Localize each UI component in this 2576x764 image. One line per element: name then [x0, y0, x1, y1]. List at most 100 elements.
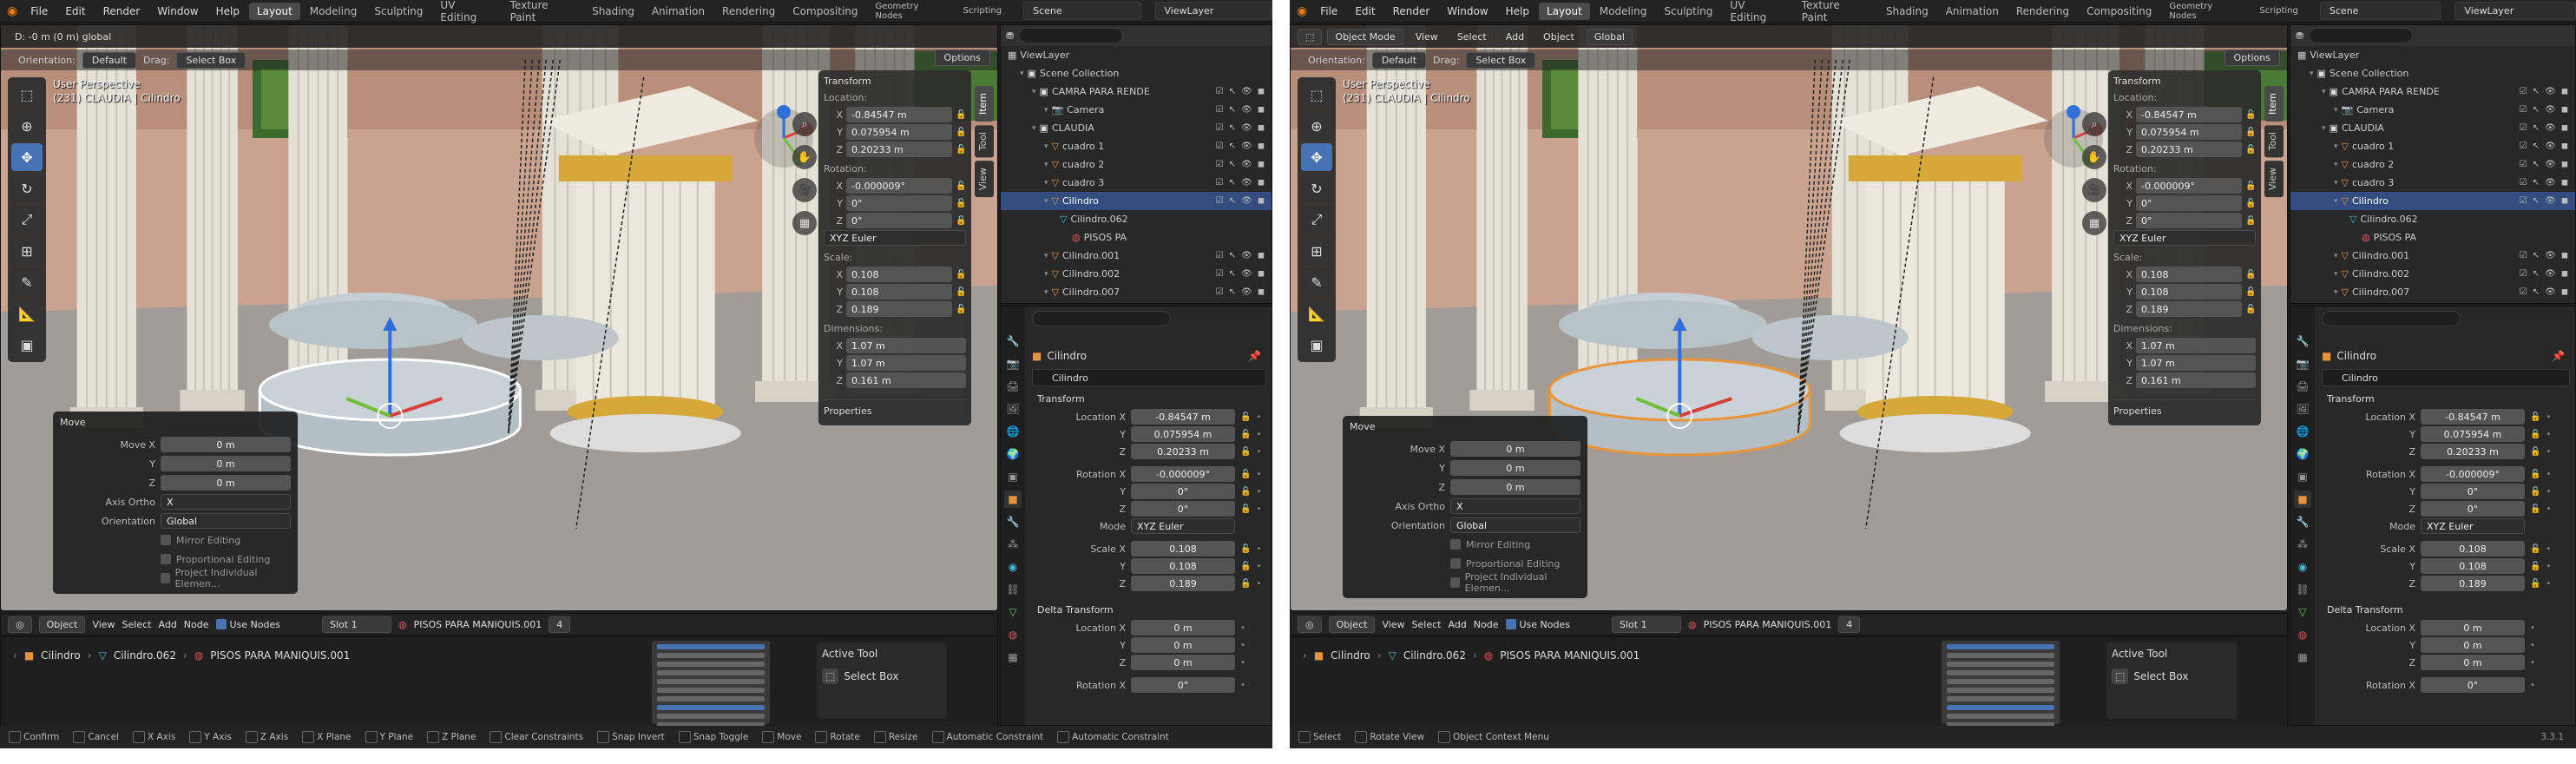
delta-location-x-field[interactable]: 0 m [2421, 620, 2525, 636]
blender-logo-icon[interactable]: ◉ [7, 4, 17, 18]
camera-toggle-icon[interactable]: ◼ [1258, 269, 1265, 279]
checkbox[interactable] [161, 554, 171, 564]
lock-icon[interactable]: 🔓 [2245, 305, 2256, 314]
rotation-mode-select[interactable]: XYZ Euler [2113, 230, 2256, 246]
disclosure-icon[interactable]: ▾ [2334, 179, 2338, 188]
outliner-item[interactable]: ▾ ▽ Cilindro.002 ☑ ↖ 👁 ◼ [2290, 265, 2575, 283]
eye-icon[interactable]: 👁 [2545, 123, 2556, 133]
select-arrow-icon[interactable]: ↖ [2533, 105, 2540, 115]
keyframe-dot-icon[interactable]: • [1256, 579, 1261, 589]
node-menu-add[interactable]: Add [158, 619, 176, 630]
eye-icon[interactable]: 👁 [1241, 160, 1252, 169]
breadcrumb-item[interactable]: Cilindro.062 [1403, 649, 1466, 662]
rotation-y-field[interactable]: 0° [846, 195, 952, 211]
keyframe-dot-icon[interactable]: • [1256, 412, 1261, 422]
scale-z-field[interactable]: 0.189 [2421, 576, 2525, 591]
modifier-tab-icon[interactable]: 🔧 [2294, 513, 2311, 530]
eye-icon[interactable]: 👁 [1241, 123, 1252, 133]
rotation-z-field[interactable]: 0° [2421, 501, 2525, 517]
eye-icon[interactable]: 👁 [1241, 178, 1252, 188]
eye-icon[interactable]: 👁 [2545, 160, 2556, 169]
move-panel-header[interactable]: Move [60, 417, 291, 428]
sidebar-tab-item[interactable]: Item [2264, 86, 2284, 122]
eye-icon[interactable]: 👁 [2545, 251, 2556, 260]
checkbox-checked[interactable] [1505, 619, 1516, 629]
select-arrow-icon[interactable]: ↖ [2533, 142, 2540, 151]
camera-toggle-icon[interactable]: ◼ [1258, 287, 1265, 297]
workspace-tab-sculpting[interactable]: Sculpting [366, 3, 430, 20]
scale-z-field[interactable]: 0.189 [2136, 301, 2242, 317]
scene-tab-icon[interactable]: 🌐 [2294, 423, 2311, 440]
camera-toggle-icon[interactable]: ◼ [2561, 196, 2568, 206]
outliner-item-viewlayer[interactable]: ▦ ViewLayer [2290, 46, 2575, 64]
checkbox[interactable] [1450, 577, 1460, 588]
eye-icon[interactable]: 👁 [2545, 287, 2556, 297]
editor-type-icon[interactable]: ◎ [8, 616, 32, 633]
move-panel-header[interactable]: Move [1350, 421, 1580, 432]
orientation-selector[interactable]: Default [1371, 51, 1427, 69]
keyframe-dot-icon[interactable]: • [2546, 562, 2551, 571]
camera-toggle-icon[interactable]: ◼ [1258, 251, 1265, 260]
node-menu-node[interactable]: Node [184, 619, 209, 630]
measure-icon[interactable]: 📐 [1301, 300, 1332, 327]
location-x-field[interactable]: -0.84547 m [2136, 107, 2242, 122]
node-editor[interactable]: › ■ Cilindro › ▽ Cilindro.062 › ◍ PISOS PARA MAN… [0, 636, 998, 727]
outliner-item[interactable]: ▾ ▽ Cilindro.007 ☑ ↖ 👁 ◼ [1001, 283, 1272, 301]
material-tab-icon[interactable]: ◍ [1004, 626, 1022, 643]
camera-toggle-icon[interactable]: ◼ [1258, 142, 1265, 151]
checkbox-icon[interactable]: ☑ [1216, 105, 1224, 115]
3d-viewport[interactable]: D: -0 m (0 m) global Orientation: Default D… [0, 24, 998, 611]
select-arrow-icon[interactable]: ↖ [2533, 196, 2540, 206]
eye-icon[interactable]: 👁 [2545, 142, 2556, 151]
node-editor[interactable]: › ■ Cilindro › ▽ Cilindro.062 › ◍ PISOS PARA MAN… [1290, 636, 2288, 727]
move-y-field[interactable]: 0 m [1450, 460, 1580, 476]
camera-toggle-icon[interactable]: ◼ [1258, 87, 1265, 96]
outliner-item[interactable]: ▾ ▣ CLAUDIA ☑ ↖ 👁 ◼ [1001, 119, 1272, 137]
disclosure-icon[interactable]: ▾ [1044, 179, 1048, 188]
data-tab-icon[interactable]: ▽ [1004, 603, 1022, 621]
filter-icon[interactable]: ⛃ [1006, 30, 1014, 42]
select-arrow-icon[interactable]: ↖ [2533, 287, 2540, 297]
disclosure-icon[interactable]: ▾ [2310, 69, 2314, 78]
sidebar-tab-view[interactable]: View [2264, 161, 2284, 198]
viewlayer-selector[interactable]: ViewLayer [1154, 2, 1272, 20]
checkbox-icon[interactable]: ☑ [2520, 105, 2527, 115]
grid-icon[interactable]: ▦ [792, 211, 817, 235]
sidebar-tab-item[interactable]: Item [975, 86, 994, 122]
lock-icon[interactable]: 🔓 [1240, 544, 1251, 554]
breadcrumb-item[interactable]: PISOS PARA MANIQUIS.001 [210, 649, 350, 662]
world-tab-icon[interactable]: 🌍 [2294, 445, 2311, 463]
scale-z-field[interactable]: 0.189 [1131, 576, 1235, 591]
disclosure-icon[interactable]: ▾ [1032, 124, 1036, 133]
select-box-icon[interactable]: ⬚ [1301, 81, 1332, 109]
lock-icon[interactable]: 🔓 [2530, 447, 2540, 457]
workspace-tab-layout[interactable]: Layout [248, 2, 300, 20]
options-button[interactable]: Options [2224, 49, 2280, 66]
viewport-menu-add[interactable]: Add [1499, 30, 1531, 44]
disclosure-icon[interactable]: ▾ [1044, 161, 1048, 169]
pan-hand-icon[interactable]: ✋ [792, 145, 817, 169]
scale-y-field[interactable]: 0.108 [2421, 558, 2525, 574]
camera-toggle-icon[interactable]: ◼ [1258, 178, 1265, 188]
move-x-field[interactable]: 0 m [1450, 441, 1580, 457]
keyframe-dot-icon[interactable]: • [1256, 470, 1261, 479]
lock-icon[interactable]: 🔓 [2245, 110, 2256, 120]
viewport-menu-select[interactable]: Select [1450, 30, 1494, 44]
workspace-tab-animation[interactable]: Animation [644, 3, 713, 20]
scale-x-field[interactable]: 0.108 [2136, 267, 2242, 282]
lock-icon[interactable]: 🔓 [1240, 447, 1251, 457]
node-menu-view[interactable]: View [92, 619, 115, 630]
orientation-select[interactable]: Global [1450, 517, 1580, 533]
sidebar-tab-view[interactable]: View [975, 161, 994, 198]
disclosure-icon[interactable]: ▾ [1044, 142, 1048, 151]
disclosure-icon[interactable]: ▾ [2334, 252, 2338, 260]
texture-tab-icon[interactable]: ▦ [2294, 649, 2311, 666]
workspace-tab-modeling[interactable]: Modeling [1592, 3, 1655, 20]
dimensions-y-field[interactable]: 1.07 m [846, 355, 966, 371]
output-tab-icon[interactable]: 🖨 [2294, 378, 2311, 395]
checkbox-icon[interactable]: ☑ [1216, 251, 1224, 260]
rotation-x-field[interactable]: -0.000009° [1131, 466, 1235, 482]
mode-field[interactable]: XYZ Euler [1131, 518, 1235, 534]
keyframe-dot-icon[interactable]: • [2546, 544, 2551, 554]
checkbox-icon[interactable]: ☑ [2520, 287, 2527, 297]
